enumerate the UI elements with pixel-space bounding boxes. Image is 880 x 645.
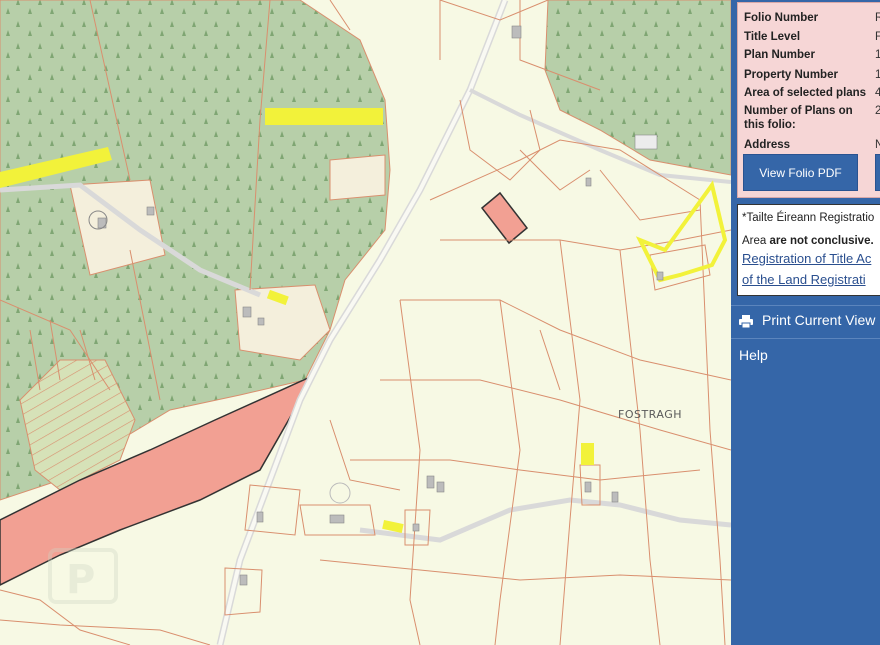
info-value: 2 (875, 105, 880, 117)
registration-notice: *Tailte Éireann Registratio Area are not… (737, 204, 880, 296)
info-value: 1 (875, 69, 880, 81)
townland-label: FOSTRAGH (618, 408, 682, 421)
notice-line-2-bold: are not conclusive. (769, 235, 874, 247)
land-registration-link[interactable]: of the Land Registrati (742, 272, 866, 287)
print-label: Print Current View (762, 312, 876, 328)
view-folio-pdf-button[interactable]: View Folio PDF (743, 154, 858, 191)
clearing (329, 154, 386, 201)
info-label: Plan Number (744, 49, 815, 61)
menu-divider (731, 338, 880, 339)
info-label: Folio Number (744, 12, 819, 24)
secondary-button[interactable] (875, 154, 880, 191)
info-label: Title Level (744, 31, 801, 43)
notice-line-1: *Tailte Éireann Registratio (742, 212, 875, 224)
notice-link-1-wrap: Registration of Title Ac (742, 251, 871, 266)
notice-line-2: Area are not conclusive. (742, 235, 874, 247)
info-label: Property Number (744, 69, 838, 81)
notice-link-2-wrap: of the Land Registrati (742, 272, 866, 287)
menu-divider (731, 305, 880, 306)
notice-line-2-text: Area (742, 235, 770, 247)
side-panel: Folio Number R Title Level F Plan Number… (731, 0, 880, 645)
info-value: F (875, 31, 880, 43)
info-value: R (875, 12, 880, 24)
registration-of-title-link[interactable]: Registration of Title Ac (742, 251, 871, 266)
info-value: 1 (875, 49, 880, 61)
info-label: Address (744, 139, 791, 151)
info-value: 4 (875, 87, 880, 99)
info-value: N (875, 139, 880, 151)
map-canvas[interactable]: P FOSTRAGH (0, 0, 731, 645)
printer-icon (739, 315, 753, 328)
svg-text:P: P (66, 557, 95, 603)
help-label: Help (739, 347, 768, 363)
info-label: Area of selected plans (744, 87, 867, 99)
info-label: Number of Plans on this folio: (744, 105, 853, 131)
